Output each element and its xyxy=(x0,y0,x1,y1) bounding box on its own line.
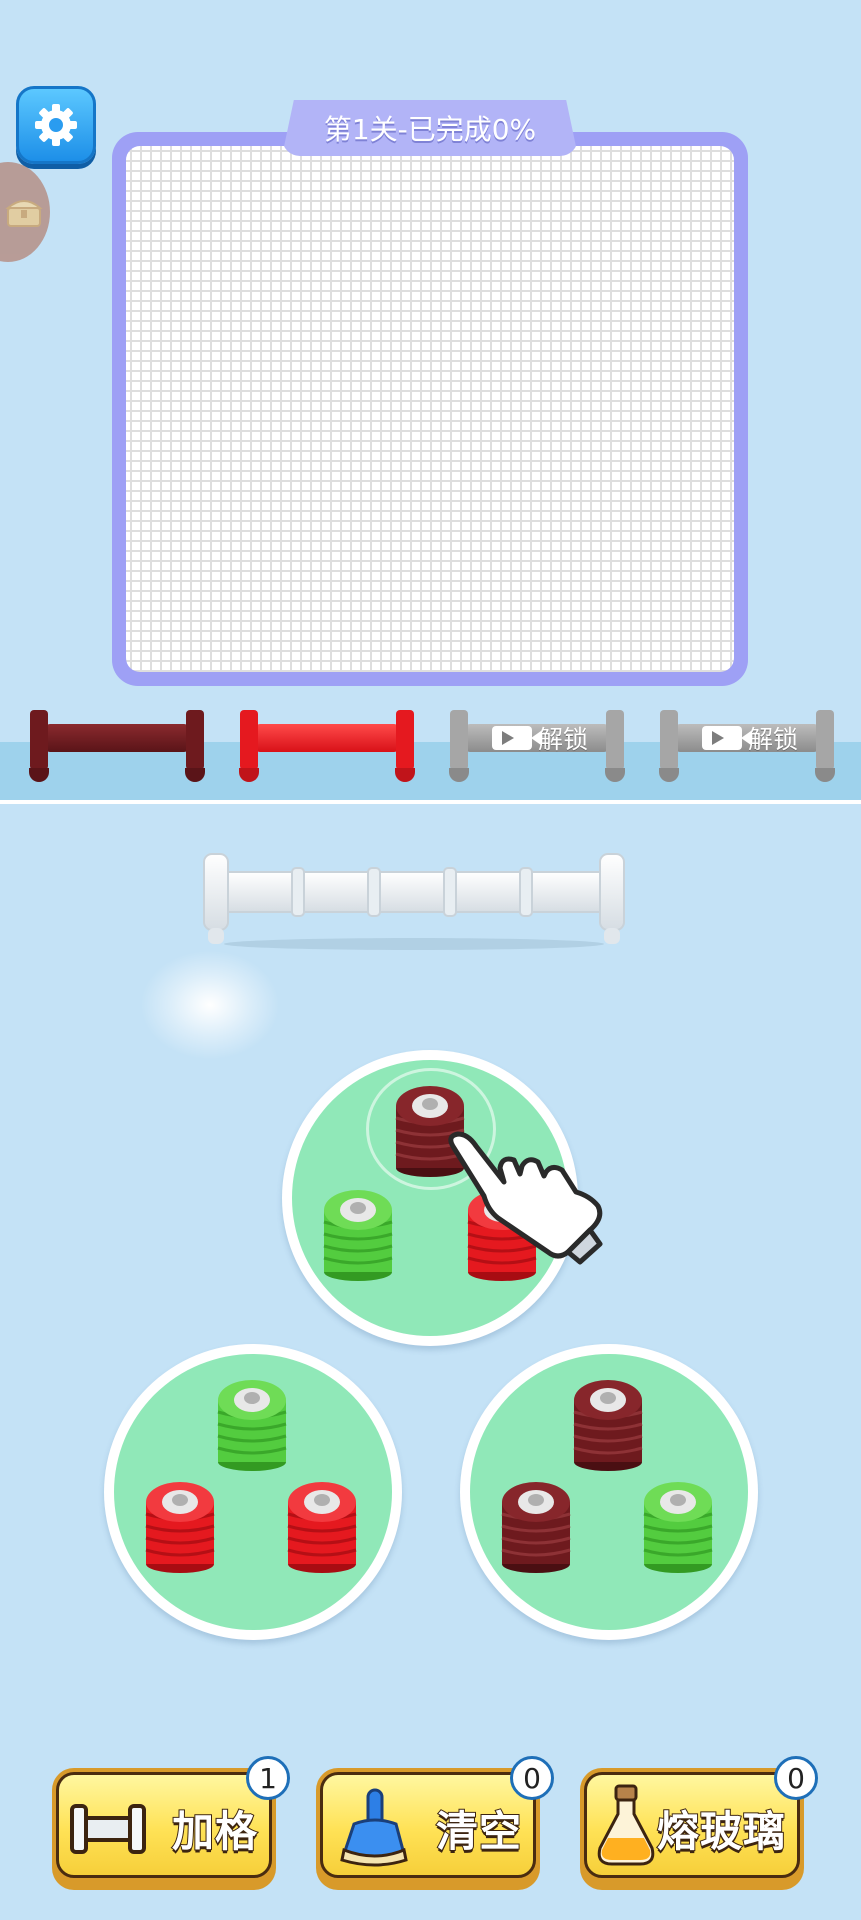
add-slot-button[interactable]: 加格 xyxy=(52,1768,276,1890)
video-camera-icon xyxy=(701,726,751,750)
yarn-stack-red[interactable] xyxy=(144,1478,216,1574)
melt-glass-label: 熔玻璃 xyxy=(656,1806,786,1857)
video-camera-icon xyxy=(491,726,541,750)
sparkle-glow xyxy=(140,950,280,1060)
broom-icon xyxy=(340,1788,408,1867)
rack-dark-red[interactable] xyxy=(28,710,206,790)
shelf-divider xyxy=(0,800,861,804)
board-grid xyxy=(126,146,734,672)
gear-icon xyxy=(35,104,77,146)
melt-glass-count-badge: 0 xyxy=(774,1756,818,1800)
unlock-label: 解锁 xyxy=(537,725,588,754)
rack-red[interactable] xyxy=(238,710,416,790)
level-progress-label: 第1关-已完成0% xyxy=(282,100,578,156)
yarn-stack-dark-red[interactable] xyxy=(572,1376,644,1472)
chest-button[interactable] xyxy=(0,162,50,262)
active-rack[interactable] xyxy=(202,852,626,952)
melt-glass-button[interactable]: 熔玻璃 xyxy=(580,1768,804,1890)
clear-button[interactable]: 清空 xyxy=(316,1768,540,1890)
clear-count-badge: 0 xyxy=(510,1756,554,1800)
clear-label: 清空 xyxy=(435,1806,522,1857)
tutorial-hand-icon xyxy=(448,1131,603,1265)
yarn-stack-green[interactable] xyxy=(216,1376,288,1472)
yarn-stack-green[interactable] xyxy=(642,1478,714,1574)
yarn-stack-red[interactable] xyxy=(286,1478,358,1574)
puzzle-board xyxy=(112,132,748,686)
rack-locked-1[interactable]: 解锁 xyxy=(448,710,626,790)
unlock-label: 解锁 xyxy=(747,725,798,754)
settings-button[interactable] xyxy=(16,86,96,164)
potion-icon xyxy=(597,1784,655,1866)
add-slot-label: 加格 xyxy=(171,1806,258,1857)
rack-locked-2[interactable]: 解锁 xyxy=(658,710,836,790)
treasure-chest-icon xyxy=(5,200,43,227)
yarn-stack-dark-red[interactable] xyxy=(500,1478,572,1574)
add-slot-count-badge: 1 xyxy=(246,1756,290,1800)
rack-icon xyxy=(70,1804,146,1854)
yarn-stack-green[interactable] xyxy=(322,1186,394,1282)
